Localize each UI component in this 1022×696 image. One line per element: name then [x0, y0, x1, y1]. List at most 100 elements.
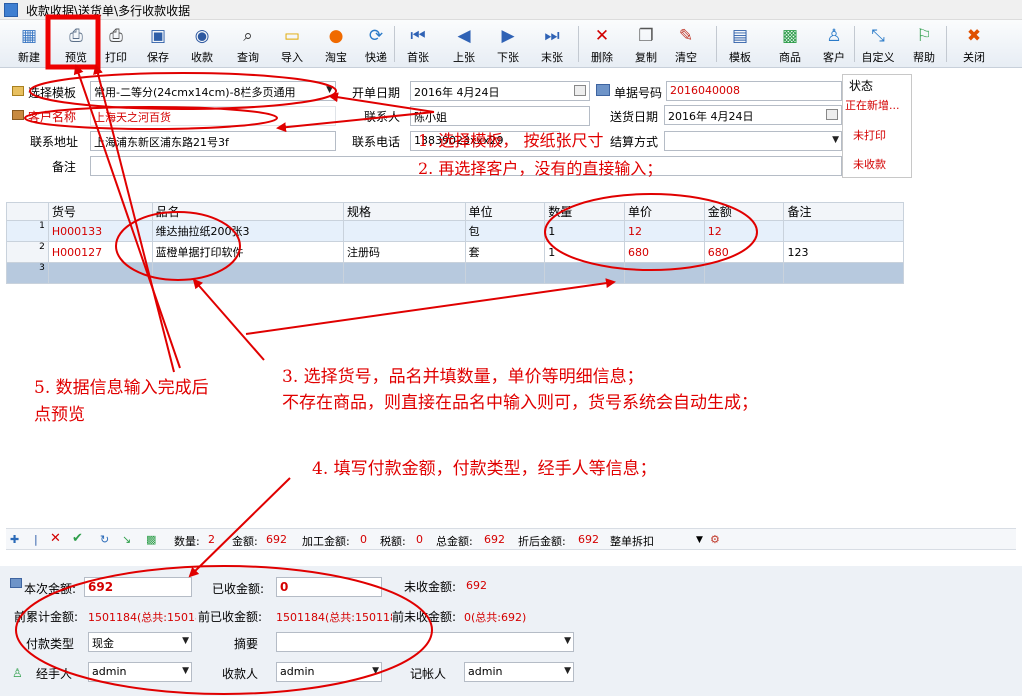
- cell-qty[interactable]: [544, 262, 626, 284]
- product-picker-icon[interactable]: ▩: [146, 533, 156, 546]
- summary-select[interactable]: ▼: [276, 632, 574, 652]
- cell-remark[interactable]: [783, 220, 904, 242]
- discount-mode-select[interactable]: 整单拆扣: [610, 533, 654, 549]
- help-icon: ⚐: [916, 26, 932, 46]
- toolbar-button-10[interactable]: ◀ 上张: [442, 23, 486, 65]
- import-rows-icon[interactable]: ↘: [122, 533, 131, 546]
- process-amount-value: 0: [360, 533, 367, 546]
- cell-name[interactable]: 维达抽拉纸200张3: [151, 220, 345, 242]
- toolbar-button-3[interactable]: ▣ 保存: [136, 23, 180, 65]
- toolbar-button-2[interactable]: ⎙ 打印: [94, 23, 138, 65]
- table-row[interactable]: 1 H000133 维达抽拉纸200张3 包 1 12 12: [6, 220, 904, 242]
- cell-remark[interactable]: 123: [783, 241, 904, 263]
- pay-type-select[interactable]: 现金 ▼: [88, 632, 192, 652]
- received-field[interactable]: 0: [276, 577, 382, 597]
- address-field[interactable]: 上海浦东新区浦东路21号3f: [90, 131, 336, 151]
- toolbar-button-8[interactable]: ⟳ 快递: [354, 23, 398, 65]
- add-row-icon[interactable]: ✚: [10, 533, 19, 546]
- column-header-qty[interactable]: 数量: [544, 202, 626, 221]
- toolbar-button-label: 关闭: [963, 51, 985, 64]
- toolbar-button-16[interactable]: ▤ 模板: [718, 23, 762, 65]
- toolbar-button-14[interactable]: ❐ 复制: [624, 23, 668, 65]
- detail-grid[interactable]: 货号 品名 规格 单位 数量 单价 金额 备注 1 H000133 维达抽拉纸200张3 包 1 12 1…: [6, 202, 904, 292]
- row-number[interactable]: 1: [6, 220, 49, 242]
- payee-select[interactable]: admin ▼: [276, 662, 382, 682]
- delete-row-icon[interactable]: ✕: [50, 531, 61, 546]
- column-header-price[interactable]: 单价: [624, 202, 705, 221]
- cell-unit[interactable]: 包: [464, 220, 546, 242]
- toolbar-button-label: 打印: [105, 51, 127, 64]
- bookkeeper-select[interactable]: admin ▼: [464, 662, 574, 682]
- refresh-icon[interactable]: ↻: [100, 533, 109, 546]
- chevron-down-icon: ▼: [372, 666, 379, 676]
- separator-icon: |: [34, 533, 38, 546]
- detail-table: 货号 品名 规格 单位 数量 单价 金额 备注 1 H000133 维达抽拉纸200张3 包 1 12 1…: [6, 202, 904, 284]
- settings-icon[interactable]: ⚙: [710, 533, 720, 546]
- table-row[interactable]: 2 H000127 蓝橙单据打印软件 注册码套 1 680 680 123: [6, 241, 904, 263]
- cell-code[interactable]: H000133: [47, 220, 153, 242]
- customer-icon: [12, 110, 24, 120]
- column-header-name[interactable]: 品名: [151, 202, 345, 221]
- toolbar-button-12[interactable]: ⏭ 末张: [530, 23, 574, 65]
- contact-field[interactable]: 陈小姐: [410, 106, 590, 126]
- this-amount-field[interactable]: 692: [84, 577, 192, 597]
- cell-code[interactable]: [47, 262, 153, 284]
- column-header-unit[interactable]: 单位: [464, 202, 546, 221]
- cell-spec[interactable]: [343, 262, 466, 284]
- cell-unit[interactable]: [464, 262, 546, 284]
- chevron-down-icon[interactable]: ▼: [696, 535, 703, 545]
- toolbar-button-19[interactable]: ⤡ 自定义: [856, 23, 900, 65]
- cell-name[interactable]: [151, 262, 345, 284]
- cell-qty[interactable]: 1: [544, 220, 626, 242]
- cell-code[interactable]: H000127: [47, 241, 153, 263]
- handler-select[interactable]: admin ▼: [88, 662, 192, 682]
- title-bar: 收款收据\送货单\多行收款收据: [0, 0, 1022, 20]
- column-header-amount[interactable]: 金额: [703, 202, 785, 221]
- toolbar-separator: [854, 26, 855, 62]
- cell-name[interactable]: 蓝橙单据打印软件: [151, 241, 345, 263]
- cell-qty[interactable]: 1: [544, 241, 626, 263]
- toolbar-button-18[interactable]: ♙ 客户: [812, 23, 856, 65]
- delivery-date-picker[interactable]: 2016年 4月24日: [664, 105, 842, 125]
- toolbar-button-15[interactable]: ✎ 清空: [664, 23, 708, 65]
- toolbar-button-4[interactable]: ◉ 收款: [180, 23, 224, 65]
- toolbar-button-label: 导入: [281, 51, 303, 64]
- toolbar-button-11[interactable]: ▶ 下张: [486, 23, 530, 65]
- row-number[interactable]: 2: [6, 241, 49, 263]
- table-row[interactable]: 3: [6, 262, 904, 284]
- column-header-spec[interactable]: 规格: [343, 202, 466, 221]
- cell-unit[interactable]: 套: [464, 241, 546, 263]
- toolbar-button-13[interactable]: ✕ 删除: [580, 23, 624, 65]
- open-date-picker[interactable]: 2016年 4月24日: [410, 81, 590, 101]
- toolbar-button-0[interactable]: ▦ 新建: [7, 23, 51, 65]
- toolbar-button-label: 帮助: [913, 51, 935, 64]
- cell-amount[interactable]: 12: [703, 220, 785, 242]
- toolbar-button-1[interactable]: ⎙ 预览: [54, 23, 98, 65]
- toolbar-button-17[interactable]: ▩ 商品: [768, 23, 812, 65]
- cell-amount[interactable]: 680: [703, 241, 785, 263]
- template-select[interactable]: 常用-二等分(24cmx14cm)-8栏多页通用 ▼: [90, 81, 336, 101]
- pay-method-select[interactable]: ▼: [664, 131, 842, 151]
- toolbar-button-9[interactable]: ⏮ 首张: [396, 23, 440, 65]
- grid-corner: [6, 202, 49, 221]
- cell-price[interactable]: [624, 262, 705, 284]
- cell-spec[interactable]: [343, 220, 466, 242]
- toolbar-button-7[interactable]: ● 淘宝: [314, 23, 358, 65]
- cell-amount[interactable]: [703, 262, 785, 284]
- customer-field[interactable]: 上海天之河百货: [90, 106, 336, 126]
- doc-number-field[interactable]: 2016040008: [666, 81, 842, 101]
- doc-number-icon: [596, 84, 610, 96]
- cell-price[interactable]: 680: [624, 241, 705, 263]
- cell-spec[interactable]: 注册码: [343, 241, 466, 263]
- confirm-row-icon[interactable]: ✔: [72, 531, 83, 546]
- toolbar-button-20[interactable]: ⚐ 帮助: [902, 23, 946, 65]
- cell-price[interactable]: 12: [624, 220, 705, 242]
- cell-remark[interactable]: [783, 262, 904, 284]
- column-header-code[interactable]: 货号: [47, 202, 153, 221]
- toolbar-button-21[interactable]: ✖ 关闭: [952, 23, 996, 65]
- toolbar: ▦ 新建 ⎙ 预览 ⎙ 打印 ▣ 保存 ◉ 收款 ⌕ 查询 ▭ 导入 ● 淘宝 ⟳ 快递 ⏮ 首张 ◀ 上张 ▶ 下张 ⏭ 末张 ✕…: [0, 20, 1022, 68]
- toolbar-button-5[interactable]: ⌕ 查询: [226, 23, 270, 65]
- column-header-remark[interactable]: 备注: [783, 202, 904, 221]
- row-number[interactable]: 3: [6, 262, 49, 284]
- toolbar-button-6[interactable]: ▭ 导入: [270, 23, 314, 65]
